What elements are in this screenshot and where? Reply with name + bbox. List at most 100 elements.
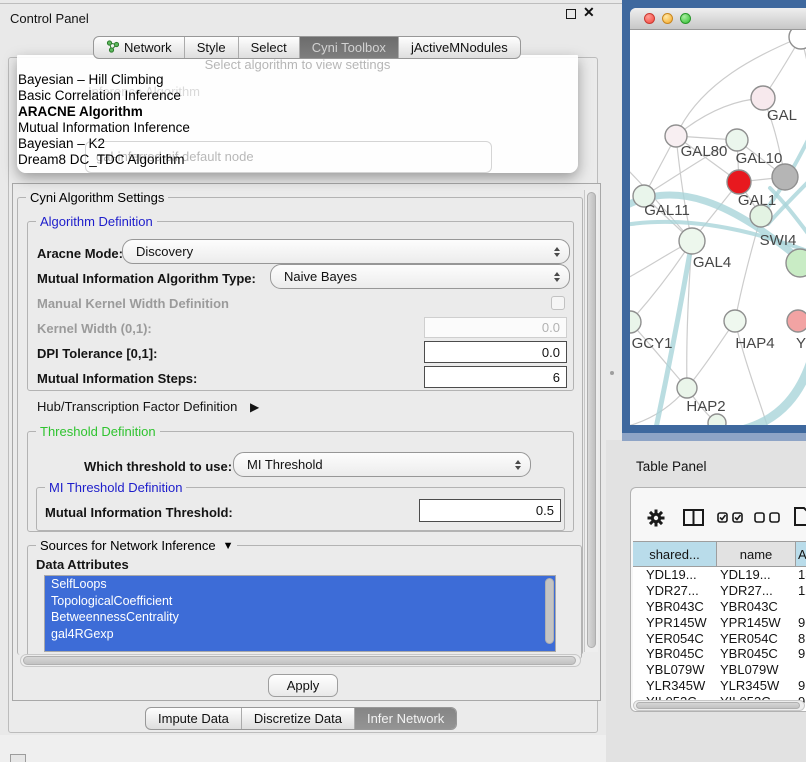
table-row[interactable]: YBR043CYBR043C <box>633 599 806 615</box>
mi-steps-field[interactable]: 6 <box>424 366 567 388</box>
tab-infer-network[interactable]: Infer Network <box>354 708 456 729</box>
column-header-name[interactable]: name <box>717 542 796 566</box>
attribute-topologicalcoefficient[interactable]: TopologicalCoefficient <box>45 593 555 610</box>
which-threshold-select[interactable]: MI Threshold <box>233 452 531 477</box>
algorithm-option-bayesian-hill-climbing[interactable]: Bayesian – Hill Climbing <box>18 72 577 88</box>
network-node-hap2[interactable] <box>677 378 697 398</box>
network-node-gal10[interactable] <box>726 129 748 151</box>
table-cell: 9. <box>796 678 806 693</box>
network-node-gal4[interactable] <box>679 228 705 254</box>
attribute-betweennesscentrality[interactable]: BetweennessCentrality <box>45 609 555 626</box>
table-cell: 9. <box>796 646 806 661</box>
select-all-checkboxes-icon[interactable] <box>717 512 743 523</box>
mi-type-value: Naive Bayes <box>271 269 545 284</box>
table-row[interactable]: YBR045CYBR045C9. <box>633 646 806 662</box>
algorithm-option-dream8-dc-tdc-algorithm[interactable]: Dream8 DC_TDC Algorithm <box>18 152 577 168</box>
algorithm-option-bayesian-k2[interactable]: Bayesian – K2 <box>18 136 577 152</box>
settings-hscrollbar[interactable] <box>20 654 581 667</box>
tab-network[interactable]: Network <box>94 37 184 58</box>
deselect-all-checkboxes-icon[interactable] <box>754 512 780 523</box>
attribute-gal4rgexp[interactable]: gal4RGexp <box>45 626 555 643</box>
table-cell: 13 <box>796 567 806 582</box>
gear-icon[interactable] <box>647 509 665 532</box>
network-window-titlebar[interactable] <box>630 8 806 30</box>
table-row[interactable]: YDL19...YDL19...13 <box>633 567 806 583</box>
scrollbar-thumb[interactable] <box>587 192 596 648</box>
network-node-gcy1[interactable] <box>630 311 641 333</box>
mi-type-select[interactable]: Naive Bayes <box>270 264 570 289</box>
table-row[interactable]: YLR345WYLR345W9. <box>633 678 806 694</box>
split-columns-icon[interactable] <box>683 509 704 531</box>
tab-style[interactable]: Style <box>184 37 238 58</box>
algorithm-option-basic-correlation-inference[interactable]: Basic Correlation Inference <box>18 88 577 104</box>
hub-definition-toggle[interactable]: Hub/Transcription Factor Definition ▶ <box>37 399 259 414</box>
dpi-tolerance-field[interactable]: 0.0 <box>424 341 567 363</box>
tab-label: Style <box>197 40 226 55</box>
table-cell: YBL079W <box>717 662 796 677</box>
table-row[interactable]: YPR145WYPR145W9. <box>633 614 806 630</box>
attributes-list-scrollbar-thumb[interactable] <box>545 578 554 644</box>
algorithm-option-aracne-algorithm[interactable]: ARACNE Algorithm <box>18 104 577 120</box>
settings-vscrollbar[interactable] <box>584 190 598 652</box>
tab-impute-data[interactable]: Impute Data <box>146 708 241 729</box>
column-header-shared[interactable]: shared... <box>633 542 717 566</box>
splitter-handle[interactable] <box>610 371 614 375</box>
collapsed-arrow-icon[interactable]: ▶ <box>250 400 259 414</box>
network-view-window[interactable]: GALGAL80GAL10GAL1GAL11SWI4GAL4GCY1HAP4YH… <box>630 8 806 425</box>
cyni-algorithm-settings-title: Cyni Algorithm Settings <box>26 190 168 205</box>
network-view-frame-fade <box>622 433 806 441</box>
table-cell: YBR043C <box>717 599 796 614</box>
table-cell: YDL19... <box>717 567 796 582</box>
tab-jactivemnodules[interactable]: jActiveMNodules <box>398 37 520 58</box>
tab-label: Cyni Toolbox <box>312 40 386 55</box>
kernel-width-field[interactable]: 0.0 <box>424 317 567 338</box>
network-node[interactable] <box>708 414 726 425</box>
table-cell: YPR145W <box>717 615 796 630</box>
attribute-partial[interactable] <box>45 642 555 652</box>
apply-button[interactable]: Apply <box>268 674 338 697</box>
scrollbar-thumb[interactable] <box>636 702 800 709</box>
network-node[interactable] <box>789 30 806 49</box>
table-hscrollbar[interactable] <box>633 700 805 711</box>
mi-threshold-field[interactable]: 0.5 <box>419 499 561 522</box>
table-row[interactable]: YDR27...YDR27...12 <box>633 583 806 599</box>
scrollbar-thumb[interactable] <box>23 656 576 665</box>
network-icon <box>106 40 119 56</box>
node-label: HAP2 <box>686 398 725 415</box>
table-cell: YBL079W <box>633 662 717 677</box>
network-node-gal1[interactable] <box>727 170 751 194</box>
network-edge <box>687 321 735 388</box>
algorithm-option-mutual-information-inference[interactable]: Mutual Information Inference <box>18 120 577 136</box>
close-button[interactable]: ✕ <box>583 4 595 21</box>
attribute-selfloops[interactable]: SelfLoops <box>45 576 555 593</box>
network-node[interactable] <box>750 205 772 227</box>
dropdown-placeholder: Select algorithm to view settings <box>17 57 578 72</box>
column-header-a[interactable]: A <box>796 542 806 566</box>
table-body: YDL19...YDL19...13YDR27...YDR27...12YBR0… <box>633 567 806 711</box>
panel-corner-icon[interactable] <box>10 754 26 762</box>
tab-select[interactable]: Select <box>238 37 299 58</box>
document-icon[interactable] <box>794 507 806 531</box>
tab-cyni-toolbox[interactable]: Cyni Toolbox <box>299 37 398 58</box>
expanded-arrow-icon[interactable]: ▼ <box>223 540 234 552</box>
float-button[interactable] <box>566 9 576 19</box>
tab-discretize-data[interactable]: Discretize Data <box>241 708 354 729</box>
minimize-traffic-light[interactable] <box>662 13 673 24</box>
network-node-y[interactable] <box>787 310 806 332</box>
kernel-width-label: Kernel Width (0,1): <box>37 321 152 336</box>
network-node[interactable] <box>772 164 798 190</box>
table-row[interactable]: YBL079WYBL079W <box>633 662 806 678</box>
panel-gap[interactable] <box>606 0 622 440</box>
aracne-mode-label: Aracne Mode: <box>37 246 123 261</box>
data-attributes-label: Data Attributes <box>36 557 129 572</box>
sources-group-title: Sources for Network Inference ▼ <box>36 538 237 553</box>
close-traffic-light[interactable] <box>644 13 655 24</box>
aracne-mode-select[interactable]: Discovery <box>122 239 570 264</box>
tab-label: jActiveMNodules <box>411 40 508 55</box>
network-svg[interactable]: GALGAL80GAL10GAL1GAL11SWI4GAL4GCY1HAP4YH… <box>630 30 806 425</box>
table-row[interactable]: YER054CYER054C8. <box>633 630 806 646</box>
zoom-traffic-light[interactable] <box>680 13 691 24</box>
mi-threshold-label: Mutual Information Threshold: <box>45 505 233 520</box>
manual-kernel-checkbox[interactable] <box>551 296 565 310</box>
network-node-hap4[interactable] <box>724 310 746 332</box>
